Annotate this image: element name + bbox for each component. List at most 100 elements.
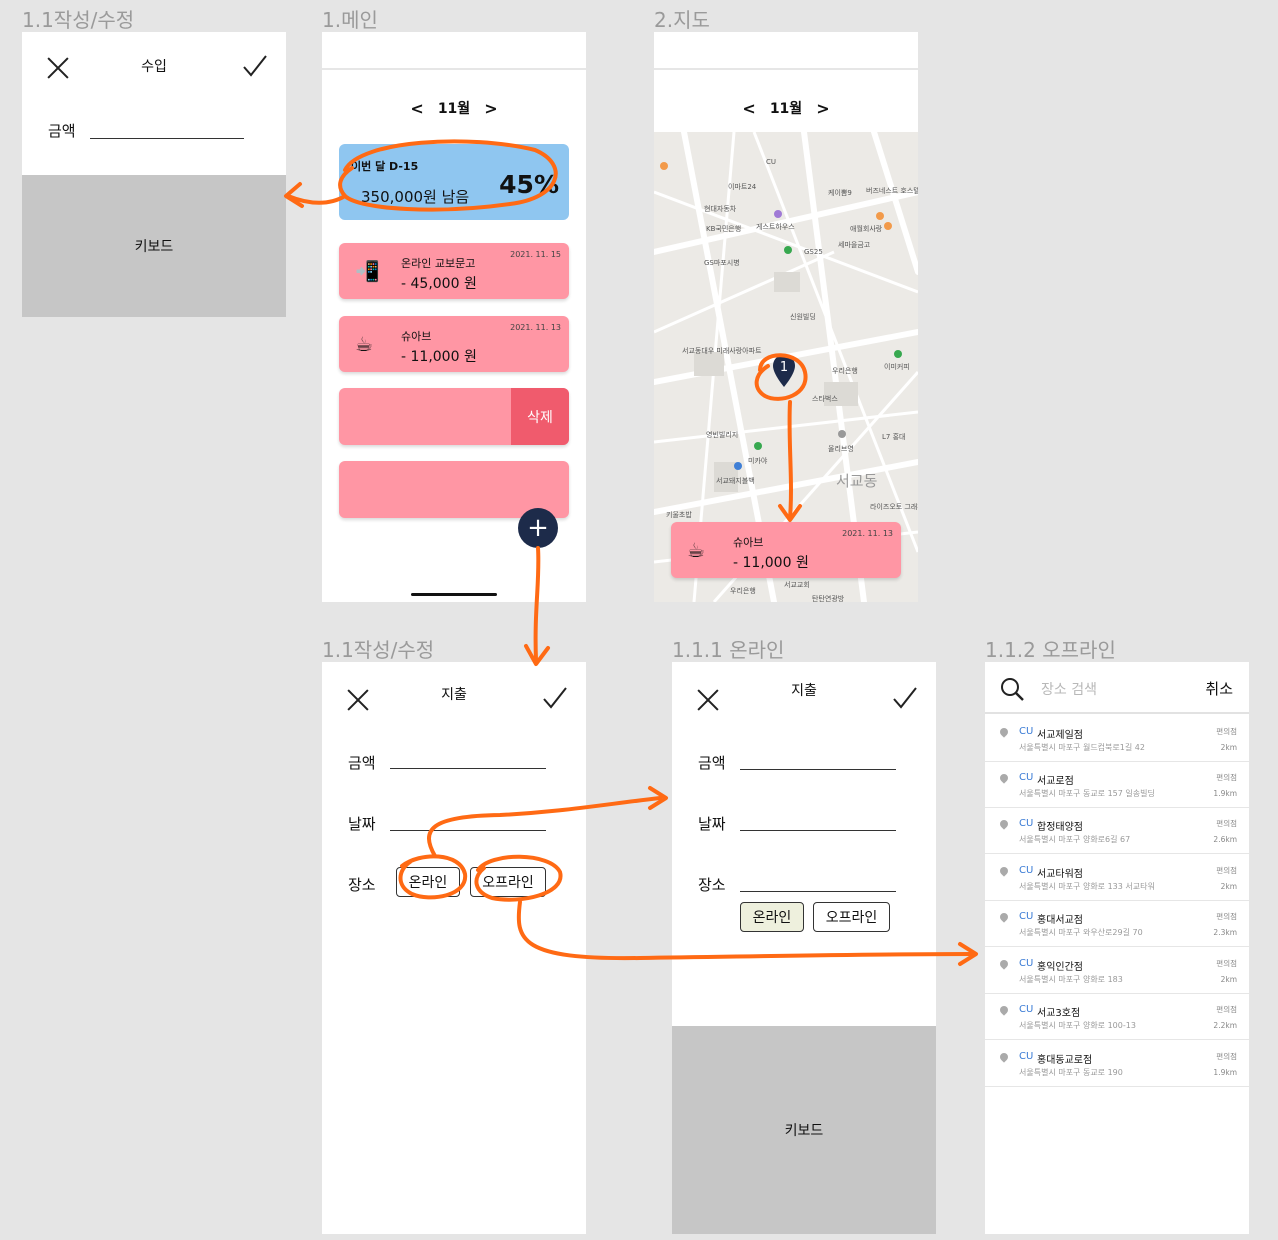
map-label: 올리브영 <box>828 445 854 453</box>
result-distance: 2.6km <box>1213 835 1237 844</box>
map-transaction-card[interactable]: ☕ 슈아브 - 11,000 원 2021. 11. 13 <box>671 522 901 578</box>
result-address: 서울특별시 마포구 양화로6길 67 <box>1019 835 1131 844</box>
list-item[interactable]: CU 홍대동교로점 서울특별시 마포구 동교로 190 편의점 1.9km <box>985 1041 1249 1087</box>
map-label: L7 홍대 <box>882 433 906 441</box>
transaction-date: 2021. 11. 13 <box>510 323 561 332</box>
search-icon[interactable] <box>999 676 1025 702</box>
map-label: 서교교회 <box>784 581 810 589</box>
result-name: 서교제일점 <box>1037 730 1083 741</box>
dday-label: 이번 달 D-15 <box>351 160 419 173</box>
map-label: 영빈빌리지 <box>706 431 739 439</box>
amount-field[interactable] <box>390 768 546 769</box>
result-address: 서울특별시 마포구 동교로 157 일송빌딩 <box>1019 789 1155 798</box>
map-label: 우리은행 <box>730 587 756 595</box>
status-divider <box>322 68 586 70</box>
place-field[interactable] <box>740 891 896 892</box>
restaurant-icon <box>660 162 668 170</box>
search-input[interactable]: 장소 검색 <box>1041 679 1097 699</box>
result-brand: CU <box>1019 1004 1034 1015</box>
delete-button[interactable]: 삭제 <box>511 388 569 445</box>
shop-icon <box>838 430 846 438</box>
amount-label: 금액 <box>348 754 376 772</box>
main-screen: < 11월 > 이번 달 D-15 350,000원 남음 45% 📲 온라인 … <box>322 32 586 602</box>
result-brand: CU <box>1019 958 1034 969</box>
transaction-amount: - 11,000 원 <box>733 555 809 571</box>
map-label: 키울초밥 <box>666 511 692 519</box>
result-address: 서울특별시 마포구 와우산로29길 70 <box>1019 928 1143 937</box>
list-item[interactable]: CU 서교로점 서울특별시 마포구 동교로 157 일송빌딩 편의점 1.9km <box>985 762 1249 808</box>
check-icon[interactable] <box>542 686 568 712</box>
result-distance: 1.9km <box>1213 789 1237 798</box>
chevron-right-icon[interactable]: > <box>816 99 829 118</box>
frame-label-main: 1.메인 <box>322 8 378 32</box>
map-label: 애월회사랑 <box>850 225 883 233</box>
offline-button[interactable]: 오프라인 <box>813 902 890 932</box>
list-item[interactable]: CU 합정태양점 서울특별시 마포구 양화로6길 67 편의점 2.6km <box>985 808 1249 854</box>
amount-field[interactable] <box>740 769 896 770</box>
result-address: 서울특별시 마포구 양화로 133 서교타워 <box>1019 882 1155 891</box>
list-item[interactable]: CU 서교3호점 서울특별시 마포구 양화로 100-13 편의점 2.2km <box>985 994 1249 1040</box>
park-icon <box>784 246 792 254</box>
result-category: 편의점 <box>1216 773 1237 782</box>
list-item[interactable]: CU 서교타워점 서울특별시 마포구 양화로 133 서교타워 편의점 2km <box>985 855 1249 901</box>
cancel-button[interactable]: 취소 <box>1205 678 1233 699</box>
result-distance: 2km <box>1220 975 1237 984</box>
budget-card[interactable]: 이번 달 D-15 350,000원 남음 45% <box>339 144 569 220</box>
list-item[interactable]: CU 홍대서교점 서울특별시 마포구 와우산로29길 70 편의점 2.3km <box>985 901 1249 947</box>
list-item[interactable]: CU 홍익인간점 서울특별시 마포구 양화로 183 편의점 2km <box>985 948 1249 994</box>
frame-label-income-edit: 1.1작성/수정 <box>22 8 135 32</box>
result-distance: 2km <box>1220 882 1237 891</box>
coffee-icon: ☕ <box>355 332 373 356</box>
frame-label-offline: 1.1.2 오프라인 <box>985 638 1116 662</box>
transaction-amount: - 11,000 원 <box>401 349 477 365</box>
cafe-icon <box>894 350 902 358</box>
map-label: 게스트하우스 <box>756 223 795 231</box>
result-category: 편의점 <box>1216 1052 1237 1061</box>
coffee-icon: ☕ <box>687 538 705 562</box>
chevron-left-icon[interactable]: < <box>742 99 755 118</box>
result-name: 홍익인간점 <box>1037 962 1083 973</box>
online-button[interactable]: 온라인 <box>740 902 804 932</box>
transaction-date: 2021. 11. 15 <box>510 250 561 259</box>
location-pin-icon <box>998 1004 1010 1016</box>
chevron-left-icon[interactable]: < <box>410 99 423 118</box>
add-button[interactable]: + <box>518 508 558 548</box>
transaction-card[interactable]: ☕ 슈아브 - 11,000 원 2021. 11. 13 <box>339 316 569 372</box>
result-distance: 2.2km <box>1213 1021 1237 1030</box>
map-screen: < 11월 > 현대자동차 KB국민은행 게스트하우스 GS마포시병 우리은행 … <box>654 32 918 602</box>
result-category: 편의점 <box>1216 1005 1237 1014</box>
amount-field[interactable] <box>90 138 244 139</box>
date-field[interactable] <box>740 830 896 831</box>
map-pin-icon[interactable]: 1 <box>772 354 796 388</box>
transaction-name: 슈아브 <box>733 536 764 549</box>
transaction-card-swiped[interactable]: 삭제 <box>339 388 569 445</box>
map-label: 서교동 <box>836 472 878 490</box>
keyboard[interactable]: 키보드 <box>22 175 286 317</box>
location-pin-icon <box>998 1051 1010 1063</box>
result-brand: CU <box>1019 911 1034 922</box>
result-category: 편의점 <box>1216 819 1237 828</box>
transaction-date: 2021. 11. 13 <box>842 529 893 538</box>
pin-number: 1 <box>780 360 788 375</box>
check-icon[interactable] <box>242 54 268 80</box>
result-brand: CU <box>1019 1051 1034 1062</box>
transaction-name: 온라인 교보문고 <box>401 257 476 270</box>
map-label: 미카야 <box>748 457 768 465</box>
map-label: 현대자동차 <box>704 205 737 213</box>
date-field[interactable] <box>390 830 546 831</box>
keyboard[interactable]: 키보드 <box>672 1026 936 1234</box>
month-label: 11월 <box>437 101 471 117</box>
check-icon[interactable] <box>892 686 918 712</box>
frame-label-map: 2.지도 <box>654 8 710 32</box>
map-label: 라이즈오토 그래피컬렉션 <box>870 503 918 511</box>
remaining-amount: 350,000원 남음 <box>361 188 470 206</box>
offline-button[interactable]: 오프라인 <box>470 867 546 897</box>
transaction-card[interactable]: 📲 온라인 교보문고 - 45,000 원 2021. 11. 15 <box>339 243 569 299</box>
online-button[interactable]: 온라인 <box>396 867 460 897</box>
result-brand: CU <box>1019 818 1034 829</box>
result-brand: CU <box>1019 726 1034 737</box>
location-pin-icon <box>998 958 1010 970</box>
result-distance: 2km <box>1220 743 1237 752</box>
chevron-right-icon[interactable]: > <box>484 99 497 118</box>
list-item[interactable]: CU 서교제일점 서울특별시 마포구 월드컵북로1길 42 편의점 2km <box>985 716 1249 762</box>
